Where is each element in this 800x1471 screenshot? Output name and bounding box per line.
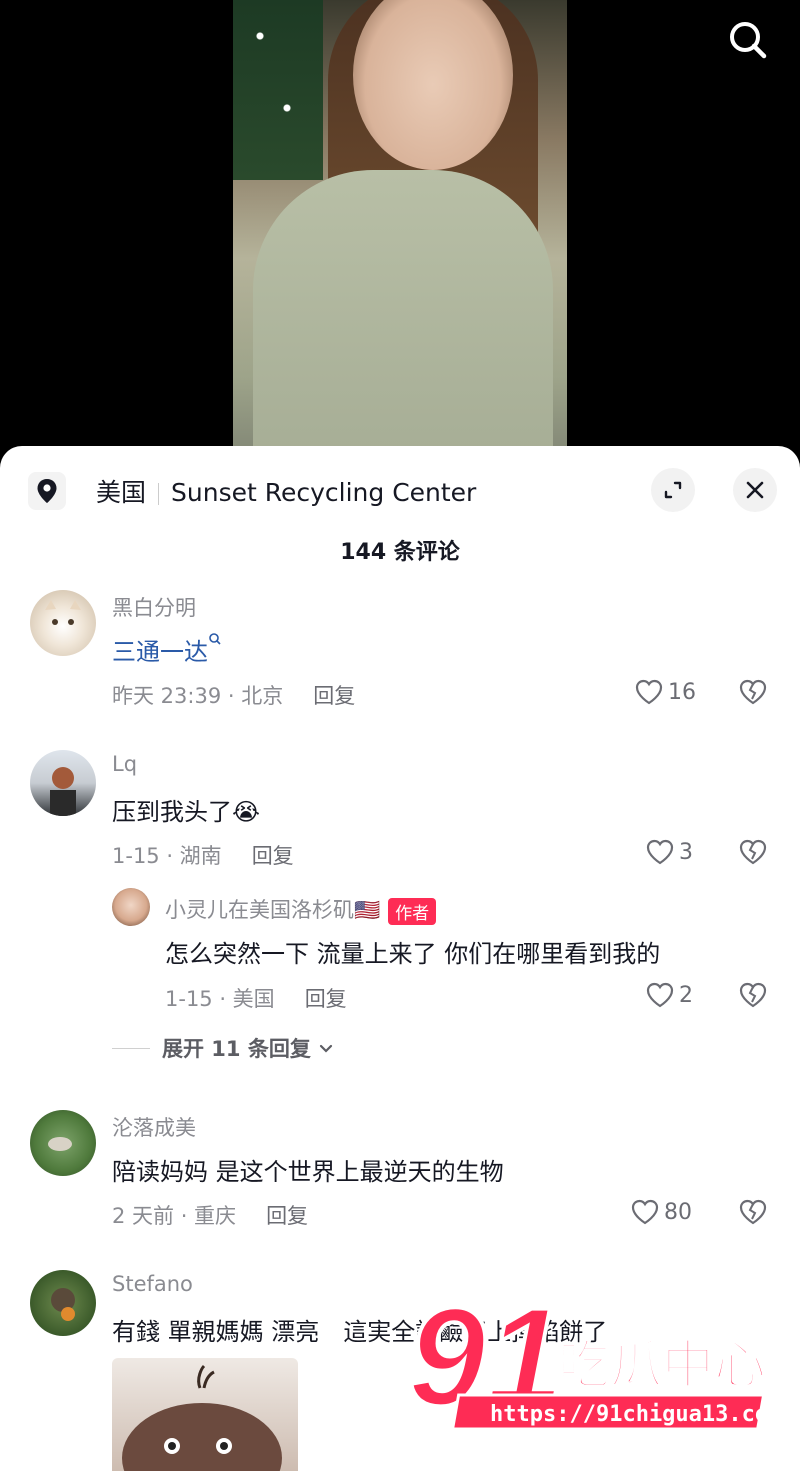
video-frame	[233, 0, 567, 470]
search-icon	[730, 22, 767, 59]
comment-author[interactable]: Stefano	[112, 1272, 193, 1296]
heart-icon	[646, 982, 674, 1008]
comment-author[interactable]: 沦落成美	[112, 1112, 196, 1142]
comment-text: 陪读妈妈 是这个世界上最逆天的生物	[112, 1158, 504, 1186]
divider-line	[112, 1047, 150, 1049]
avatar[interactable]	[30, 590, 96, 656]
search-keyword-link[interactable]: 三通一达	[112, 638, 208, 666]
location-label: 美国 Sunset Recycling Center	[96, 473, 476, 509]
location-divider	[158, 483, 160, 505]
close-button[interactable]	[733, 468, 777, 512]
location-country: 美国	[96, 478, 147, 507]
video-subject-body	[253, 170, 553, 470]
dislike-button[interactable]	[738, 981, 768, 1013]
like-button[interactable]: 3	[645, 838, 693, 866]
watermark-title: 吃瓜中心	[558, 1336, 766, 1396]
reply-button[interactable]: 回复	[252, 844, 294, 868]
heart-icon	[631, 1199, 659, 1225]
like-count: 2	[679, 982, 693, 1008]
location-pin-icon	[28, 472, 66, 510]
reply-time: 1-15 · 美国	[165, 987, 275, 1011]
location-name: Sunset Recycling Center	[171, 478, 477, 507]
comment-time: 1-15 · 湖南	[112, 844, 222, 868]
like-button[interactable]: 2	[645, 981, 693, 1009]
avatar[interactable]	[30, 1110, 96, 1176]
christmas-tree-image	[233, 0, 323, 180]
comment-time: 昨天 23:39 · 北京	[112, 684, 284, 708]
chevron-down-icon	[319, 1044, 332, 1053]
dislike-button[interactable]	[738, 678, 768, 710]
comment-image[interactable]	[112, 1358, 298, 1471]
like-count: 16	[668, 679, 696, 705]
comment-text: 压到我头了😭	[112, 798, 261, 826]
avatar[interactable]	[30, 750, 96, 816]
expand-icon	[664, 481, 682, 499]
heart-icon	[646, 839, 674, 865]
broken-heart-icon	[739, 679, 767, 705]
heart-icon	[635, 679, 663, 705]
reply-button[interactable]: 回复	[313, 684, 355, 708]
like-count: 3	[679, 839, 693, 865]
location-row[interactable]: 美国 Sunset Recycling Center	[28, 468, 476, 514]
author-badge: 作者	[388, 897, 437, 925]
comment-time: 2 天前 · 重庆	[112, 1204, 237, 1228]
video-player[interactable]	[0, 0, 800, 470]
comment-text: 三通一达	[112, 632, 222, 667]
watermark-url: https://91chigua13.com	[490, 1402, 781, 1427]
reply-text: 怎么突然一下 流量上来了 你们在哪里看到我的	[165, 940, 661, 968]
expand-replies-label: 展开 11 条回复	[162, 1037, 311, 1061]
reply-author: 小灵儿在美国洛杉矶🇺🇸 作者	[165, 894, 437, 925]
search-button[interactable]	[726, 18, 770, 62]
comment-meta: 2 天前 · 重庆 回复	[112, 1200, 308, 1230]
expand-replies-button[interactable]: 展开 11 条回复	[112, 1033, 335, 1063]
broken-heart-icon	[739, 1199, 767, 1225]
avatar[interactable]	[30, 1270, 96, 1336]
comment-meta: 昨天 23:39 · 北京 回复	[112, 680, 355, 710]
close-icon	[746, 481, 764, 499]
comment-author[interactable]: 黑白分明	[112, 592, 196, 622]
broken-heart-icon	[739, 839, 767, 865]
watermark-logo: 91 吃瓜中心 https://91chigua13.com	[406, 1276, 788, 1445]
like-button[interactable]: 16	[634, 678, 696, 706]
reply-meta: 1-15 · 美国 回复	[165, 983, 347, 1013]
like-button[interactable]: 80	[630, 1198, 692, 1226]
dislike-button[interactable]	[738, 1198, 768, 1230]
like-count: 80	[664, 1199, 692, 1225]
reply-author-name[interactable]: 小灵儿在美国洛杉矶🇺🇸	[165, 898, 380, 922]
comment-count: 144 条评论	[340, 540, 460, 565]
reply-button[interactable]: 回复	[266, 1204, 308, 1228]
reply-avatar[interactable]	[112, 888, 150, 926]
dislike-button[interactable]	[738, 838, 768, 870]
reply-button[interactable]: 回复	[305, 987, 347, 1011]
comment-meta: 1-15 · 湖南 回复	[112, 840, 294, 870]
comment-author[interactable]: Lq	[112, 752, 137, 776]
search-icon	[209, 633, 221, 645]
broken-heart-icon	[739, 982, 767, 1008]
expand-button[interactable]	[651, 468, 695, 512]
